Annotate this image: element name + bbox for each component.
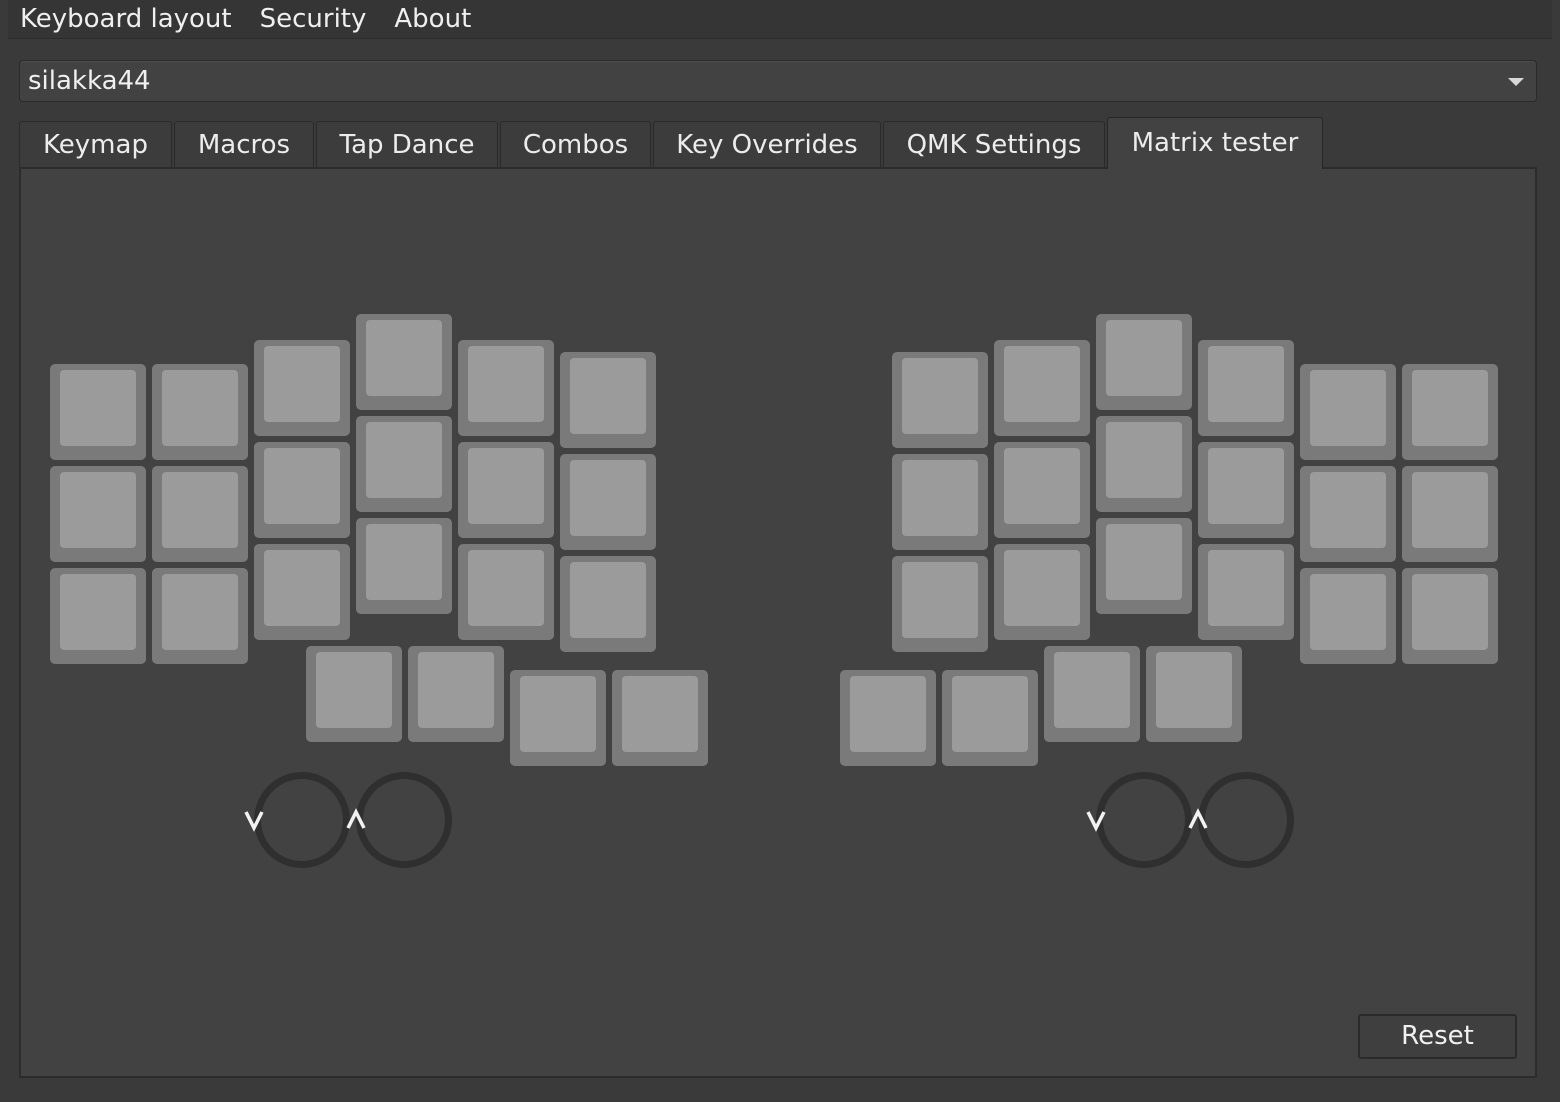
tab-matrix-tester-label: Matrix tester [1131,128,1299,158]
matrix-key [1198,544,1294,640]
matrix-key [356,416,452,512]
matrix-key [994,442,1090,538]
matrix-key [50,364,146,460]
matrix-key [994,544,1090,640]
tab-combos-label: Combos [522,130,629,160]
matrix-key [1402,568,1498,664]
tab-tap-dance[interactable]: Tap Dance [316,121,498,167]
encoder-ccw-ring [1096,772,1192,868]
matrix-key [152,466,248,562]
matrix-key [152,568,248,664]
chevron-down-icon [1086,811,1106,832]
matrix-key [458,544,554,640]
chevron-up-icon [1188,808,1208,829]
encoder-ccw-ring [254,772,350,868]
keyboard-select[interactable]: silakka44 [19,60,1537,102]
matrix-key [560,454,656,550]
matrix-key [1096,518,1192,614]
tab-matrix-tester[interactable]: Matrix tester [1107,117,1323,169]
matrix-key [356,314,452,410]
matrix-key [152,364,248,460]
matrix-key [50,568,146,664]
matrix-key [1402,466,1498,562]
menu-bar: Keyboard layout Security About [8,0,1552,39]
matrix-key [1402,364,1498,460]
matrix-key [840,670,936,766]
matrix-key [1300,568,1396,664]
tab-combos[interactable]: Combos [500,121,651,167]
reset-button[interactable]: Reset [1358,1014,1517,1059]
matrix-key [254,442,350,538]
matrix-key [892,352,988,448]
matrix-key [942,670,1038,766]
matrix-key [612,670,708,766]
matrix-key [254,340,350,436]
matrix-key [1044,646,1140,742]
matrix-key [1198,442,1294,538]
tab-qmk-settings-label: QMK Settings [906,130,1082,160]
matrix-key [1300,466,1396,562]
encoder-cw-ring [1198,772,1294,868]
tab-macros-label: Macros [197,130,291,160]
matrix-key [458,442,554,538]
matrix-key [1146,646,1242,742]
matrix-key [892,454,988,550]
matrix-key [510,670,606,766]
matrix-key [560,556,656,652]
chevron-down-icon [1508,78,1524,86]
matrix-key [560,352,656,448]
tab-tap-dance-label: Tap Dance [339,130,475,160]
tab-keymap-label: Keymap [43,130,148,160]
chevron-up-icon [346,808,366,829]
chevron-down-icon [244,811,264,832]
tab-qmk-settings[interactable]: QMK Settings [883,121,1105,167]
menu-keyboard-layout[interactable]: Keyboard layout [8,0,246,38]
matrix-key [1300,364,1396,460]
tab-keymap[interactable]: Keymap [19,121,172,167]
matrix-key [1096,314,1192,410]
matrix-key [306,646,402,742]
matrix-key [408,646,504,742]
matrix-key [50,466,146,562]
matrix-key [458,340,554,436]
tab-key-overrides[interactable]: Key Overrides [653,121,881,167]
encoder-cw-ring [356,772,452,868]
matrix-key [254,544,350,640]
matrix-key [356,518,452,614]
matrix-key [994,340,1090,436]
matrix-key [1198,340,1294,436]
tab-key-overrides-label: Key Overrides [676,130,858,160]
menu-about[interactable]: About [380,0,485,38]
matrix-key [892,556,988,652]
tab-macros[interactable]: Macros [174,121,314,167]
menu-security[interactable]: Security [246,0,381,38]
keyboard-select-value: silakka44 [28,66,151,96]
matrix-key [1096,416,1192,512]
